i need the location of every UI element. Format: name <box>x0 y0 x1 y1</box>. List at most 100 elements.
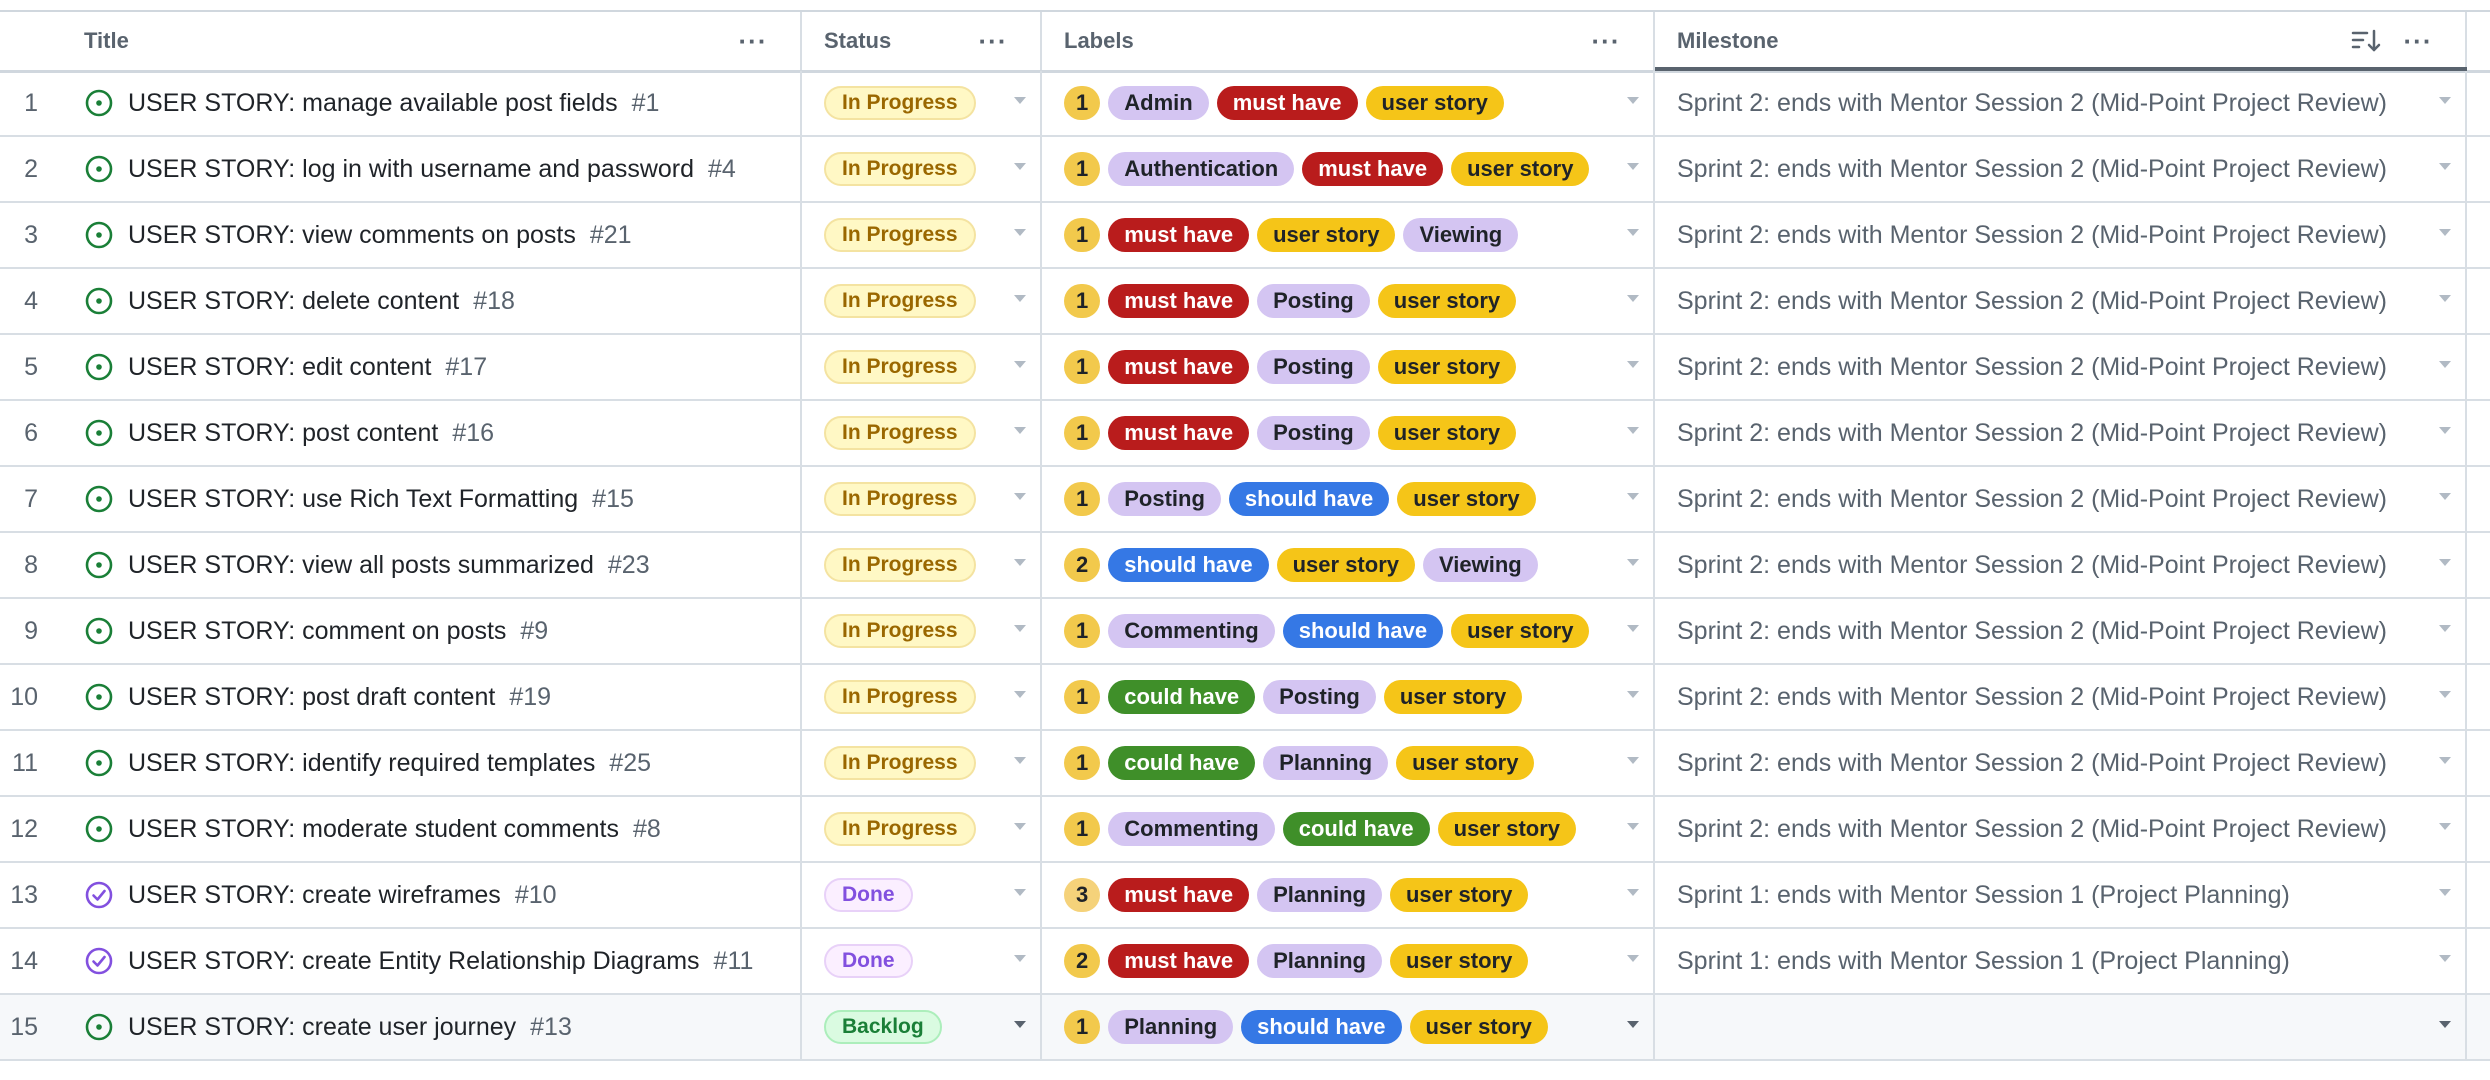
milestone-cell[interactable]: Sprint 2: ends with Mentor Session 2 (Mi… <box>1655 467 2467 531</box>
chevron-down-icon[interactable] <box>2439 757 2451 764</box>
status-cell[interactable]: In Progress <box>802 731 1042 795</box>
table-row[interactable]: 3 USER STORY: view comments on posts #21 In… <box>0 203 2490 269</box>
label-chip[interactable]: user story <box>1396 746 1535 780</box>
label-chip[interactable]: 1 <box>1064 614 1101 648</box>
label-chip[interactable]: 1 <box>1064 482 1101 516</box>
chevron-down-icon[interactable] <box>1014 493 1026 500</box>
title-cell[interactable]: USER STORY: log in with username and pas… <box>62 137 802 201</box>
chevron-down-icon[interactable] <box>1014 97 1026 104</box>
status-cell[interactable]: In Progress <box>802 467 1042 531</box>
label-chip[interactable]: 1 <box>1064 350 1101 384</box>
milestone-cell[interactable]: Sprint 2: ends with Mentor Session 2 (Mi… <box>1655 599 2467 663</box>
status-cell[interactable]: In Progress <box>802 71 1042 135</box>
label-chip[interactable]: Commenting <box>1108 614 1275 648</box>
label-chip[interactable]: user story <box>1451 152 1590 186</box>
chevron-down-icon[interactable] <box>1014 295 1026 302</box>
label-chip[interactable]: Posting <box>1257 416 1370 450</box>
chevron-down-icon[interactable] <box>1014 691 1026 698</box>
label-chip[interactable]: Planning <box>1257 944 1382 978</box>
table-row[interactable]: 5 USER STORY: edit content #17 In Progress 1… <box>0 335 2490 401</box>
label-chip[interactable]: must have <box>1108 416 1250 450</box>
title-cell[interactable]: USER STORY: post draft content #19 <box>62 665 802 729</box>
label-chip[interactable]: user story <box>1437 812 1577 846</box>
label-chip[interactable]: user story <box>1389 944 1529 978</box>
label-chip[interactable]: user story <box>1389 878 1529 912</box>
label-chip[interactable]: 2 <box>1064 944 1101 978</box>
status-cell[interactable]: In Progress <box>802 401 1042 465</box>
label-chip[interactable]: 1 <box>1064 680 1101 714</box>
labels-cell[interactable]: 1 Planning should have user story <box>1042 995 1655 1059</box>
milestone-cell[interactable]: Sprint 2: ends with Mentor Session 2 (Mi… <box>1655 71 2467 135</box>
label-chip[interactable]: 1 <box>1064 284 1101 318</box>
labels-cell[interactable]: 1 must have Posting user story <box>1042 335 1655 399</box>
title-cell[interactable]: USER STORY: identify required templates #… <box>62 731 802 795</box>
label-chip[interactable]: 1 <box>1064 86 1101 120</box>
column-title-menu-icon[interactable]: ··· <box>736 26 770 56</box>
column-milestone-menu-icon[interactable]: ··· <box>2401 26 2435 56</box>
chevron-down-icon[interactable] <box>1627 295 1639 302</box>
table-row[interactable]: 4 USER STORY: delete content #18 In Progres… <box>0 269 2490 335</box>
label-chip[interactable]: user story <box>1377 350 1517 384</box>
issue-title[interactable]: USER STORY: post draft content <box>128 683 495 712</box>
label-chip[interactable]: Admin <box>1108 86 1209 120</box>
issue-title[interactable]: USER STORY: moderate student comments <box>128 815 619 844</box>
chevron-down-icon[interactable] <box>1627 691 1639 698</box>
labels-cell[interactable]: 2 should have user story Viewing <box>1042 533 1655 597</box>
table-row[interactable]: 7 USER STORY: use Rich Text Formatting #15… <box>0 467 2490 533</box>
milestone-cell[interactable]: Sprint 2: ends with Mentor Session 2 (Mi… <box>1655 665 2467 729</box>
label-chip[interactable]: user story <box>1409 1010 1548 1044</box>
milestone-cell[interactable]: Sprint 2: ends with Mentor Session 2 (Mi… <box>1655 797 2467 861</box>
label-chip[interactable]: should have <box>1241 1010 1402 1044</box>
title-cell[interactable]: USER STORY: view all posts summarized #23 <box>62 533 802 597</box>
label-chip[interactable]: must have <box>1108 218 1250 252</box>
label-chip[interactable]: could have <box>1108 680 1256 714</box>
labels-cell[interactable]: 1 must have user story Viewing <box>1042 203 1655 267</box>
table-row[interactable]: 9 USER STORY: comment on posts #9 In Progre… <box>0 599 2490 665</box>
label-chip[interactable]: 3 <box>1064 878 1101 912</box>
chevron-down-icon[interactable] <box>1014 361 1026 368</box>
title-cell[interactable]: USER STORY: manage available post fields… <box>62 71 802 135</box>
status-cell[interactable]: Done <box>802 863 1042 927</box>
chevron-down-icon[interactable] <box>1014 229 1026 236</box>
label-chip[interactable]: must have <box>1108 944 1250 978</box>
title-cell[interactable]: USER STORY: post content #16 <box>62 401 802 465</box>
issue-title[interactable]: USER STORY: delete content <box>128 287 459 316</box>
labels-cell[interactable]: 1 Posting should have user story <box>1042 467 1655 531</box>
chevron-down-icon[interactable] <box>2439 559 2451 566</box>
title-cell[interactable]: USER STORY: edit content #17 <box>62 335 802 399</box>
label-chip[interactable]: Commenting <box>1108 812 1275 846</box>
labels-cell[interactable]: 3 must have Planning user story <box>1042 863 1655 927</box>
status-cell[interactable]: In Progress <box>802 533 1042 597</box>
label-chip[interactable]: Posting <box>1257 350 1370 384</box>
milestone-cell[interactable]: Sprint 2: ends with Mentor Session 2 (Mi… <box>1655 203 2467 267</box>
label-chip[interactable]: should have <box>1282 614 1444 648</box>
label-chip[interactable]: Authentication <box>1108 152 1295 186</box>
status-cell[interactable]: Done <box>802 929 1042 993</box>
chevron-down-icon[interactable] <box>2439 493 2451 500</box>
chevron-down-icon[interactable] <box>1627 889 1639 896</box>
chevron-down-icon[interactable] <box>2439 1021 2451 1028</box>
chevron-down-icon[interactable] <box>1014 625 1026 632</box>
label-chip[interactable]: 1 <box>1064 746 1101 780</box>
label-chip[interactable]: user story <box>1377 284 1517 318</box>
label-chip[interactable]: must have <box>1108 284 1250 318</box>
status-cell[interactable]: In Progress <box>802 797 1042 861</box>
sort-descending-icon[interactable] <box>2349 26 2383 56</box>
chevron-down-icon[interactable] <box>2439 691 2451 698</box>
chevron-down-icon[interactable] <box>2439 97 2451 104</box>
chevron-down-icon[interactable] <box>2439 361 2451 368</box>
chevron-down-icon[interactable] <box>1014 427 1026 434</box>
chevron-down-icon[interactable] <box>2439 163 2451 170</box>
chevron-down-icon[interactable] <box>1627 97 1639 104</box>
label-chip[interactable]: Viewing <box>1423 548 1538 582</box>
label-chip[interactable]: Posting <box>1257 284 1370 318</box>
chevron-down-icon[interactable] <box>1014 163 1026 170</box>
title-cell[interactable]: USER STORY: create wireframes #10 <box>62 863 802 927</box>
table-row[interactable]: 15 USER STORY: create user journey #13 Back… <box>0 995 2490 1061</box>
table-row[interactable]: 14 USER STORY: create Entity Relationship… <box>0 929 2490 995</box>
label-chip[interactable]: user story <box>1397 482 1536 516</box>
milestone-cell[interactable]: Sprint 2: ends with Mentor Session 2 (Mi… <box>1655 137 2467 201</box>
labels-cell[interactable]: 1 Admin must have user story <box>1042 71 1655 135</box>
table-row[interactable]: 10 USER STORY: post draft content #19 In Pr… <box>0 665 2490 731</box>
issue-title[interactable]: USER STORY: comment on posts <box>128 617 506 646</box>
